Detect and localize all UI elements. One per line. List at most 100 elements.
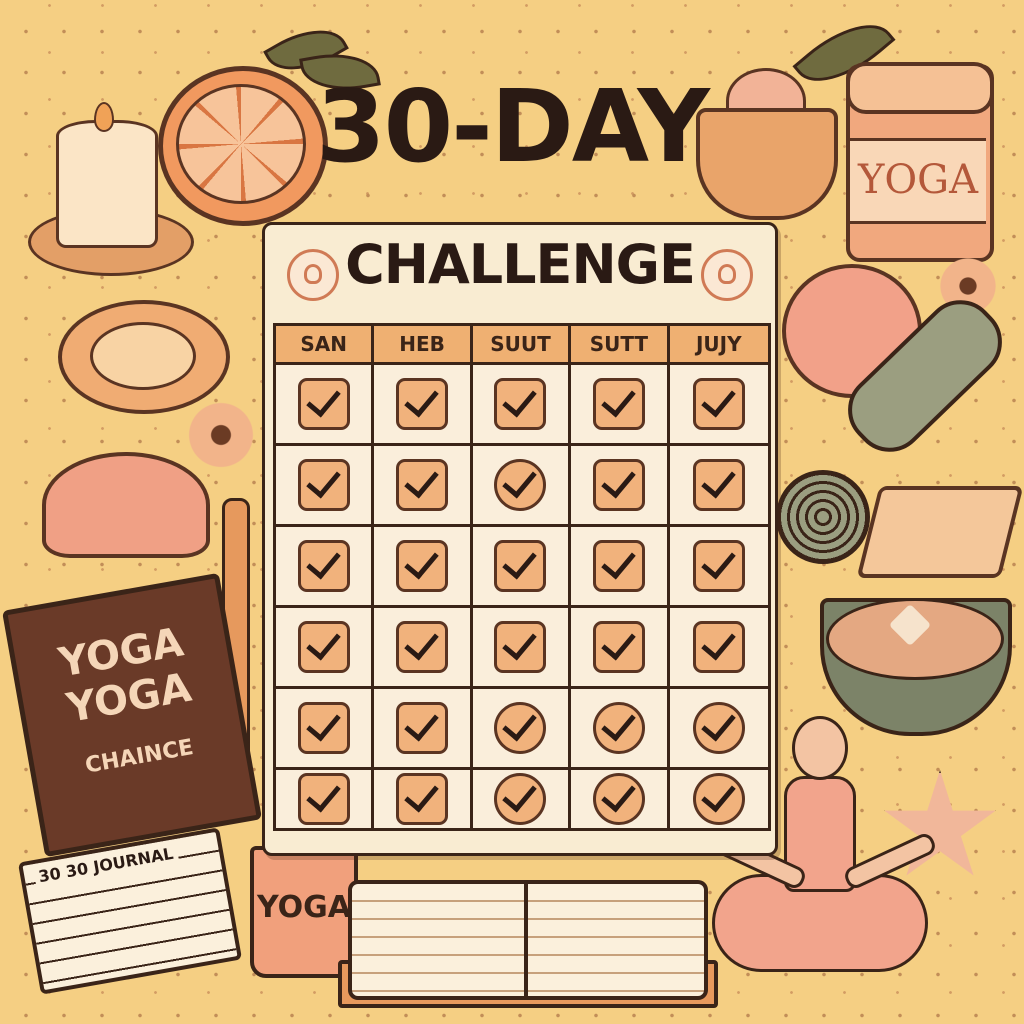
checkbox-icon[interactable]: [396, 621, 449, 673]
checkbox-icon[interactable]: [297, 773, 350, 825]
checkbox-icon[interactable]: [396, 702, 449, 754]
checkmark-icon: [502, 543, 538, 580]
checkbox-icon[interactable]: [297, 621, 350, 673]
calendar-day-cell[interactable]: [472, 608, 572, 689]
checkbox-icon[interactable]: [692, 702, 745, 754]
checkmark-icon: [305, 705, 341, 742]
checkmark-icon: [404, 462, 439, 499]
checkbox-icon[interactable]: [494, 459, 547, 511]
checkmark-icon: [502, 462, 538, 499]
calendar-day-cell[interactable]: [276, 770, 375, 828]
checkmark-icon: [601, 381, 636, 418]
calendar-day-cell[interactable]: [276, 365, 375, 446]
calendar-day-cell[interactable]: [472, 689, 572, 770]
calendar-day-cell[interactable]: [472, 446, 572, 527]
checkmark-icon: [701, 543, 736, 580]
checkmark-icon: [404, 705, 439, 742]
checkmark-icon: [701, 462, 736, 499]
checkmark-icon: [701, 624, 736, 661]
checkmark-icon: [701, 381, 736, 418]
open-book-left-page: [348, 880, 532, 1000]
calendar-day-cell[interactable]: [374, 689, 473, 770]
checkmark-icon: [305, 381, 341, 418]
calendar-day-cell[interactable]: [276, 527, 375, 608]
checkbox-icon[interactable]: [494, 540, 547, 592]
calendar-day-cell[interactable]: [472, 365, 572, 446]
checkbox-icon[interactable]: [592, 621, 645, 673]
checkbox-icon[interactable]: [692, 459, 745, 511]
calendar-day-cell[interactable]: [571, 770, 670, 828]
checkmark-icon: [502, 705, 538, 742]
calendar-day-cell[interactable]: [669, 527, 768, 608]
calendar-header-cell: JUJY: [669, 326, 768, 365]
checkbox-icon[interactable]: [592, 459, 645, 511]
calendar-day-cell[interactable]: [571, 446, 670, 527]
checkbox-icon[interactable]: [494, 773, 547, 825]
checkmark-icon: [601, 624, 636, 661]
checkbox-icon[interactable]: [692, 540, 745, 592]
open-book-right-page: [524, 880, 708, 1000]
checkbox-icon[interactable]: [396, 459, 449, 511]
calendar-header-cell: SAN: [276, 326, 375, 365]
checkbox-icon[interactable]: [396, 773, 449, 825]
calendar-grid: SAN HEB SUUT SUTT JUJY: [273, 323, 771, 831]
checkmark-icon: [305, 776, 341, 813]
checkbox-icon[interactable]: [297, 459, 350, 511]
checkbox-icon[interactable]: [297, 378, 350, 430]
checkbox-icon[interactable]: [396, 378, 449, 430]
calendar-day-cell[interactable]: [472, 527, 572, 608]
calendar-header-cell: SUTT: [571, 326, 670, 365]
checkmark-icon: [601, 462, 636, 499]
checkmark-icon: [404, 543, 439, 580]
calendar-day-cell[interactable]: [571, 689, 670, 770]
calendar-day-cell[interactable]: [276, 446, 375, 527]
calendar-day-cell[interactable]: [374, 527, 473, 608]
calendar-day-cell[interactable]: [669, 689, 768, 770]
checkbox-icon[interactable]: [494, 702, 547, 754]
checkbox-icon[interactable]: [592, 773, 645, 825]
calendar-day-cell[interactable]: [669, 365, 768, 446]
calendar-day-cell[interactable]: [472, 770, 572, 828]
checkbox-icon[interactable]: [297, 702, 350, 754]
checkmark-icon: [404, 624, 439, 661]
checkbox-icon[interactable]: [297, 540, 350, 592]
calendar-day-cell[interactable]: [571, 365, 670, 446]
calendar-day-cell[interactable]: [571, 527, 670, 608]
calendar-day-cell[interactable]: [374, 365, 473, 446]
plate-food: [90, 322, 196, 390]
calendar-day-cell[interactable]: [669, 446, 768, 527]
calendar-day-cell[interactable]: [669, 608, 768, 689]
checkbox-icon[interactable]: [592, 378, 645, 430]
checkmark-icon: [701, 776, 736, 813]
checkbox-icon[interactable]: [396, 540, 449, 592]
checkbox-icon[interactable]: [592, 702, 645, 754]
page-title: 30-DAY: [316, 68, 710, 185]
calendar-day-cell[interactable]: [276, 608, 375, 689]
checkmark-icon: [701, 705, 736, 742]
checkbox-icon[interactable]: [692, 773, 745, 825]
checkmark-icon: [404, 776, 439, 813]
checkmark-icon: [305, 624, 341, 661]
calendar-day-cell[interactable]: [374, 770, 473, 828]
yoga-cup-icon: YOGA: [250, 846, 358, 978]
checkbox-icon[interactable]: [494, 621, 547, 673]
calendar-day-cell[interactable]: [276, 689, 375, 770]
checkbox-icon[interactable]: [692, 378, 745, 430]
flower-icon: [184, 398, 258, 472]
checkmark-icon: [305, 543, 341, 580]
book-title-line3: CHAINCE: [83, 735, 196, 779]
checkmark-icon: [404, 381, 439, 418]
yoga-mat-roll: [776, 470, 870, 564]
checkmark-icon: [601, 776, 636, 813]
checkbox-icon[interactable]: [692, 621, 745, 673]
checkbox-icon[interactable]: [592, 540, 645, 592]
calendar-subtitle: CHALLENGE: [345, 233, 696, 296]
calendar-day-cell[interactable]: [571, 608, 670, 689]
checkmark-icon: [502, 776, 538, 813]
calendar-day-cell[interactable]: [374, 446, 473, 527]
checkmark-icon: [601, 705, 636, 742]
calendar-day-cell[interactable]: [374, 608, 473, 689]
calendar-day-cell[interactable]: [669, 770, 768, 828]
checkbox-icon[interactable]: [494, 378, 547, 430]
yoga-book-icon: YOGA YOGA CHAINCE: [1, 572, 263, 858]
